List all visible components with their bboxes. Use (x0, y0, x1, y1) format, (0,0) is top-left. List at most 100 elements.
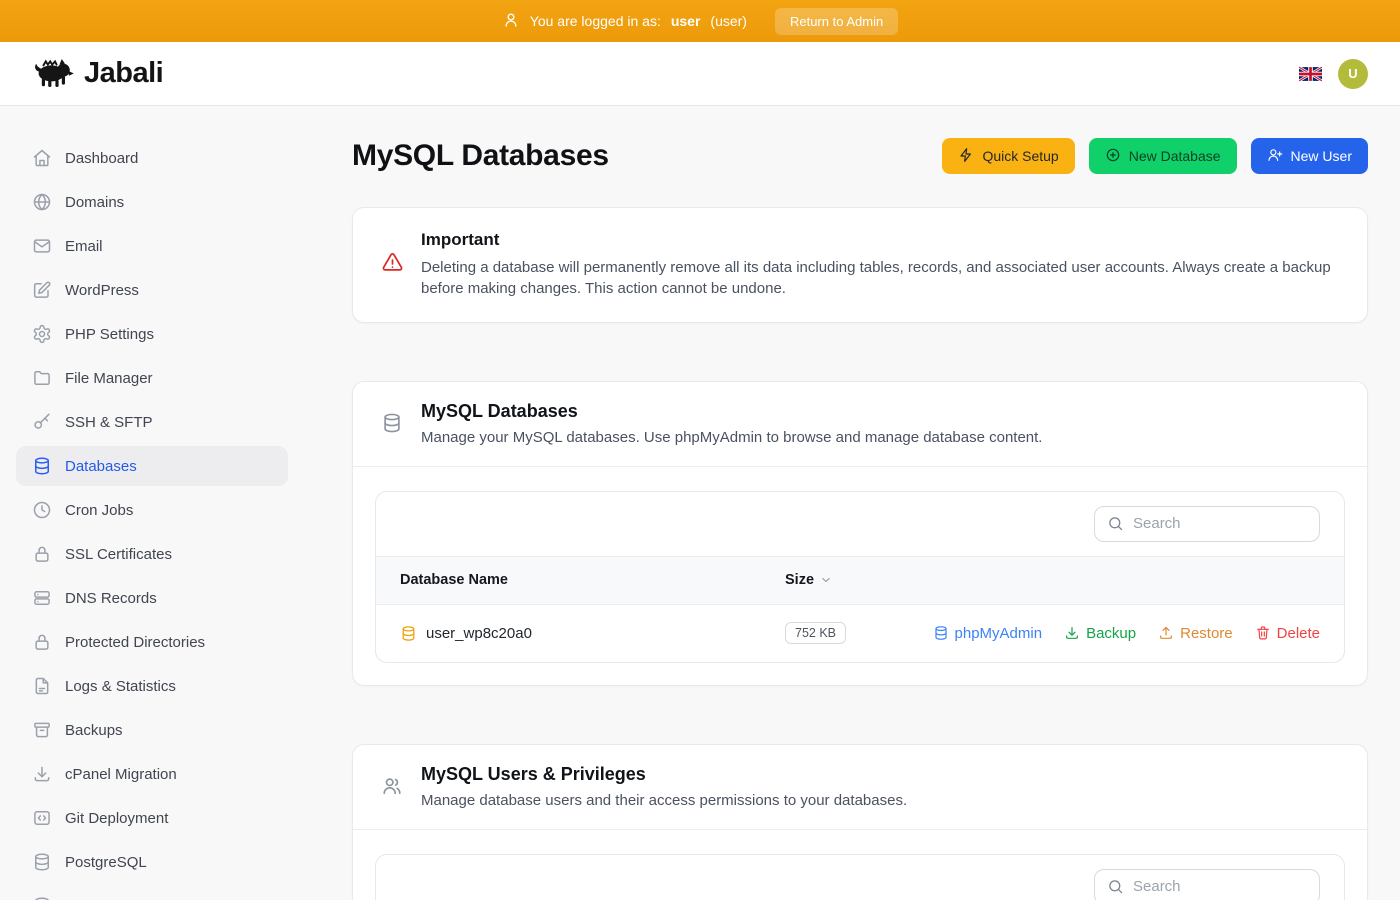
sidebar-item-ssl-certificates[interactable]: SSL Certificates (16, 534, 288, 574)
trash-icon (1255, 625, 1271, 641)
database-icon (381, 412, 403, 446)
file-text-icon (32, 676, 52, 696)
sidebar-item-label: Email (65, 238, 103, 255)
databases-search (1094, 506, 1320, 542)
database-name-cell: user_wp8c20a0 (400, 625, 785, 642)
database-row-actions: phpMyAdmin Backup Restore Delete (933, 625, 1320, 642)
warning-text: Deleting a database will permanently rem… (421, 257, 1339, 300)
sidebar-item-label: File Manager (65, 370, 153, 387)
sidebar-item-wordpress[interactable]: WordPress (16, 270, 288, 310)
column-database-name: Database Name (400, 572, 785, 588)
link-label: Restore (1180, 625, 1233, 642)
sidebar-item-label: Databases (65, 458, 137, 475)
column-size-sort[interactable]: Size (785, 572, 1320, 588)
sidebar-item-domains[interactable]: Domains (16, 182, 288, 222)
database-icon (933, 625, 949, 641)
sidebar-item-git-deployment[interactable]: Git Deployment (16, 798, 288, 838)
uk-flag-icon[interactable] (1299, 66, 1322, 82)
sidebar-item-databases[interactable]: Databases (16, 446, 288, 486)
sidebar-item-protected-directories[interactable]: Protected Directories (16, 622, 288, 662)
database-icon (32, 852, 52, 872)
backup-link[interactable]: Backup (1064, 625, 1136, 642)
sidebar-item-backups[interactable]: Backups (16, 710, 288, 750)
sidebar-item-ssh-sftp[interactable]: SSH & SFTP (16, 402, 288, 442)
users-search-input[interactable] (1133, 878, 1307, 895)
admin-topbar: You are logged in as: user (user) Return… (0, 0, 1400, 42)
archive-icon (32, 720, 52, 740)
users-section-card: MySQL Users & Privileges Manage database… (352, 744, 1368, 900)
alert-triangle-icon (381, 251, 404, 279)
sidebar-item-postgresql[interactable]: PostgreSQL (16, 842, 288, 882)
button-label: New Database (1129, 148, 1221, 164)
user-avatar[interactable]: U (1338, 59, 1368, 89)
search-icon (1107, 515, 1124, 532)
user-plus-icon (1267, 147, 1283, 166)
sidebar-item-dashboard[interactable]: Dashboard (16, 138, 288, 178)
download-icon (32, 764, 52, 784)
sidebar-item-label: Cron Jobs (65, 502, 133, 519)
databases-section-title: MySQL Databases (421, 401, 1042, 422)
users-search (1094, 869, 1320, 900)
globe-icon (32, 192, 52, 212)
user-icon (502, 11, 520, 32)
edit-icon (32, 280, 52, 300)
sidebar-item-cpanel-migration[interactable]: cPanel Migration (16, 754, 288, 794)
sidebar-item-label: SSH & SFTP (65, 414, 153, 431)
phpmyadmin-link[interactable]: phpMyAdmin (933, 625, 1043, 642)
chevron-down-icon (819, 573, 833, 587)
users-section-title: MySQL Users & Privileges (421, 764, 907, 785)
page-title: MySQL Databases (352, 139, 609, 173)
boar-logo-icon (32, 55, 74, 92)
delete-link[interactable]: Delete (1255, 625, 1320, 642)
return-to-admin-button[interactable]: Return to Admin (775, 8, 898, 35)
sidebar-item-label: SSL Certificates (65, 546, 172, 563)
lock-icon (32, 632, 52, 652)
sidebar-item-label: Logs & Statistics (65, 678, 176, 695)
link-label: Backup (1086, 625, 1136, 642)
important-warning-card: Important Deleting a database will perma… (352, 207, 1368, 323)
sidebar-item-label: PostgreSQL (65, 854, 147, 871)
sidebar-item-php-settings[interactable]: PHP Settings (16, 314, 288, 354)
upload-icon (1158, 625, 1174, 641)
logged-in-username: user (671, 13, 701, 29)
sidebar-item-label: Protected Directories (65, 634, 205, 651)
sidebar-item-label: DNS Records (65, 590, 157, 607)
sidebar-item-label: Git Deployment (65, 810, 168, 827)
sidebar-item-label: cPanel Migration (65, 766, 177, 783)
users-section-description: Manage database users and their access p… (421, 792, 907, 809)
key-icon (32, 412, 52, 432)
users-icon (381, 775, 403, 809)
new-database-button[interactable]: New Database (1089, 138, 1237, 174)
main-content: MySQL Databases Quick Setup New Database N… (304, 106, 1400, 900)
button-label: New User (1291, 148, 1352, 164)
sidebar-item-dns-records[interactable]: DNS Records (16, 578, 288, 618)
sidebar-item-email[interactable]: Email (16, 226, 288, 266)
database-icon (400, 625, 417, 642)
database-table-row: user_wp8c20a0752 KBphpMyAdminBackupResto… (376, 604, 1344, 662)
sidebar-item-logs-statistics[interactable]: Logs & Statistics (16, 666, 288, 706)
zap-icon (958, 147, 974, 166)
sidebar-item-label: WordPress (65, 282, 139, 299)
databases-table-body: user_wp8c20a0752 KBphpMyAdminBackupResto… (376, 604, 1344, 662)
databases-search-input[interactable] (1133, 515, 1307, 532)
sidebar: Dashboard Domains Email WordPress PHP Settin… (0, 106, 304, 900)
link-label: phpMyAdmin (955, 625, 1043, 642)
databases-table-header: Database Name Size (376, 556, 1344, 604)
code-icon (32, 808, 52, 828)
plus-circle-icon (1105, 147, 1121, 166)
brand-logo[interactable]: Jabali (32, 55, 163, 92)
sidebar-item-more[interactable] (16, 886, 288, 900)
brand-name: Jabali (84, 57, 163, 90)
sidebar-item-cron-jobs[interactable]: Cron Jobs (16, 490, 288, 530)
sidebar-item-file-manager[interactable]: File Manager (16, 358, 288, 398)
sidebar-item-label: Dashboard (65, 150, 138, 167)
app-header: Jabali U (0, 42, 1400, 106)
restore-link[interactable]: Restore (1158, 625, 1233, 642)
database-icon (32, 896, 52, 900)
lock-icon (32, 544, 52, 564)
mail-icon (32, 236, 52, 256)
new-user-button[interactable]: New User (1251, 138, 1368, 174)
button-label: Quick Setup (982, 148, 1058, 164)
sidebar-item-label: Domains (65, 194, 124, 211)
quick-setup-button[interactable]: Quick Setup (942, 138, 1074, 174)
